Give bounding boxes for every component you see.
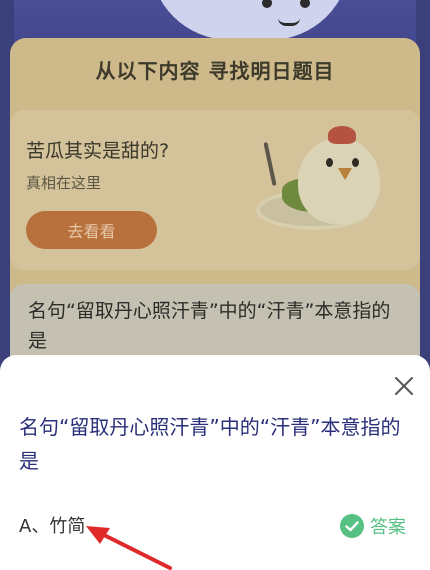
close-button[interactable] bbox=[390, 372, 418, 400]
tip-question: 苦瓜其实是甜的? bbox=[26, 140, 170, 162]
check-circle-icon bbox=[340, 514, 364, 538]
sheet-question: 名句“留取丹心照汗青”中的“汗青”本意指的是 bbox=[19, 415, 401, 473]
tip-subtitle: 真相在这里 bbox=[26, 174, 102, 192]
go-see-button[interactable]: 去看看 bbox=[26, 211, 157, 249]
answer-link-label: 答案 bbox=[370, 517, 406, 538]
red-arrow-annotation bbox=[86, 526, 172, 570]
close-icon bbox=[395, 377, 413, 395]
chicken-beak bbox=[338, 168, 352, 180]
chicken-mascot-illustration bbox=[298, 138, 380, 224]
answer-option-a: A、竹简 bbox=[19, 516, 86, 537]
section-title: 从以下内容 寻找明日题目 bbox=[95, 59, 335, 83]
chicken-comb bbox=[328, 126, 356, 144]
show-answer-link[interactable]: 答案 bbox=[340, 513, 406, 539]
chicken-eye-left bbox=[326, 158, 333, 167]
question-card-text: 名句“留取丹心照汗青”中的“汗青”本意指的是 bbox=[28, 300, 391, 352]
chicken-eye-right bbox=[352, 158, 359, 167]
